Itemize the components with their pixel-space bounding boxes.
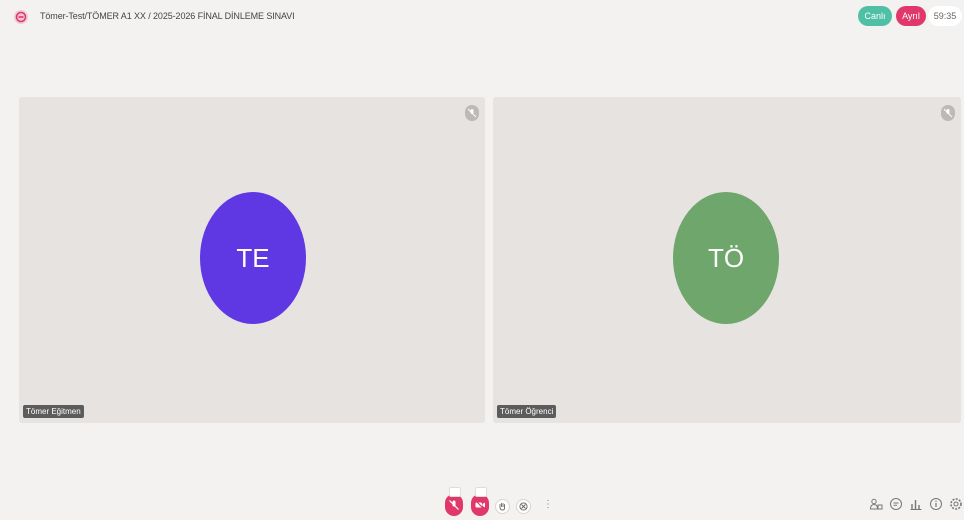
participant-name: Tömer Öğrenci: [497, 405, 557, 418]
meeting-title: Tömer-Test/TÖMER A1 XX / 2025-2026 FİNAL…: [40, 11, 295, 21]
info-icon: [930, 498, 942, 510]
raise-hand-icon: [499, 503, 506, 511]
avatar-instructor: TE: [200, 192, 306, 324]
mic-muted-icon: [941, 105, 955, 121]
participant-name: Tömer Eğitmen: [23, 405, 84, 418]
raise-hand-button[interactable]: [495, 499, 510, 514]
info-button[interactable]: [929, 497, 943, 511]
video-tile-instructor[interactable]: TE Tömer Eğitmen: [19, 97, 485, 423]
header: Tömer-Test/TÖMER A1 XX / 2025-2026 FİNAL…: [0, 0, 964, 34]
chat-button[interactable]: [889, 497, 903, 511]
live-badge[interactable]: Canlı: [858, 6, 892, 26]
mic-off-icon: [449, 500, 459, 510]
camera-toggle-button[interactable]: [471, 487, 489, 516]
settings-icon: [950, 498, 962, 510]
mic-muted-icon: [465, 105, 479, 121]
more-icon: ⋮: [543, 499, 553, 510]
logo-icon: [13, 9, 29, 25]
video-tile-student[interactable]: TÖ Tömer Öğrenci: [493, 97, 961, 423]
mic-options-icon[interactable]: [449, 487, 461, 497]
camera-options-icon[interactable]: [475, 487, 487, 497]
leave-button[interactable]: Ayrıl: [896, 6, 926, 26]
settings-button[interactable]: [949, 497, 963, 511]
camera-off-icon: [475, 500, 485, 510]
participants-button[interactable]: [869, 497, 883, 511]
session-timer: 59:35: [928, 6, 962, 26]
mic-toggle-button[interactable]: [445, 487, 463, 516]
screen-share-icon: [519, 502, 528, 511]
meeting-app: Tömer-Test/TÖMER A1 XX / 2025-2026 FİNAL…: [0, 0, 964, 520]
chat-icon: [890, 498, 902, 510]
stats-icon: [910, 500, 922, 510]
participants-icon: [869, 498, 883, 510]
stats-button[interactable]: [909, 497, 923, 511]
avatar-student: TÖ: [673, 192, 779, 324]
more-options-button[interactable]: ⋮: [538, 499, 553, 512]
screen-share-button[interactable]: [516, 499, 531, 514]
